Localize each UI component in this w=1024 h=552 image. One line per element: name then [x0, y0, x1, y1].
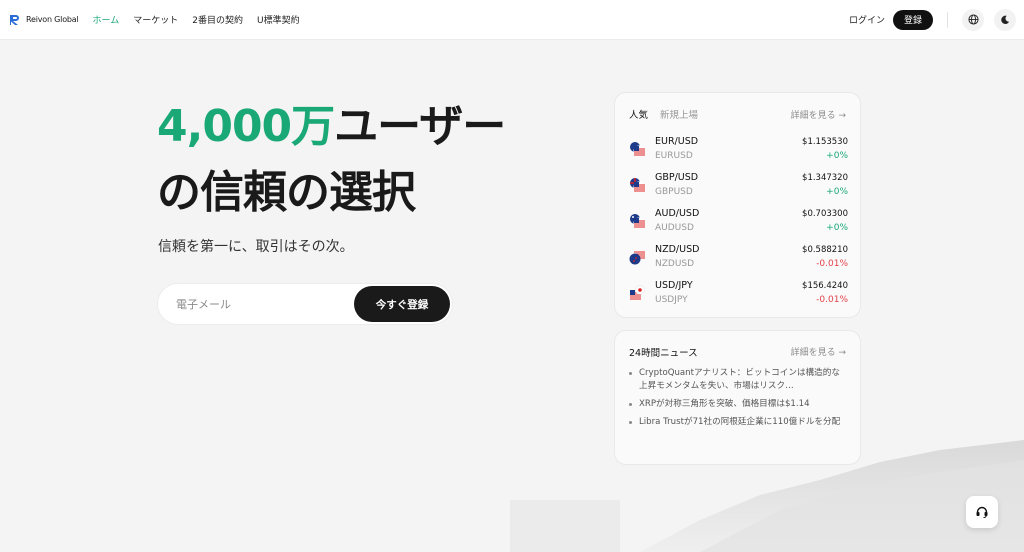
- hero-subtitle: 信頼を第一に、取引はその次。: [158, 239, 354, 255]
- logo-icon: [10, 14, 19, 25]
- tab-new-listing[interactable]: 新規上場: [660, 107, 698, 121]
- market-detail-link[interactable]: 詳細を見る →: [791, 108, 846, 121]
- pair-name: AUD/USD: [655, 208, 700, 219]
- pair-change: +0%: [826, 151, 848, 161]
- pair-price: $0.588210: [802, 245, 848, 255]
- logo[interactable]: Reivon Global: [8, 13, 79, 27]
- pair-name: NZD/USD: [655, 244, 700, 255]
- background-decoration: [510, 440, 1024, 552]
- moon-icon: [1001, 15, 1010, 24]
- news-item[interactable]: CryptoQuantアナリスト：ビットコインは構造的な上昇モメンタムを失い、市…: [629, 367, 847, 393]
- hero-title-accent: 4,000万: [157, 101, 335, 152]
- news-detail-link[interactable]: 詳細を見る →: [791, 345, 846, 358]
- language-button[interactable]: [962, 8, 984, 31]
- eu-us-flag-icon: [630, 142, 645, 157]
- pair-price: $1.153530: [802, 137, 848, 147]
- market-list: EUR/USD EURUSD $1.153530 +0% GBP/USD GBP…: [629, 133, 848, 313]
- pair-symbol: NZDUSD: [655, 259, 695, 269]
- pair-change: -0.01%: [816, 259, 848, 269]
- us-jp-flag-icon: [629, 285, 645, 301]
- pair-change: +0%: [826, 223, 848, 233]
- support-chat-button[interactable]: [966, 496, 998, 528]
- news-title: 24時間ニュース: [629, 348, 698, 359]
- hero-title-rest: ユーザー: [334, 101, 506, 152]
- news-list: CryptoQuantアナリスト：ビットコインは構造的な上昇モメンタムを失い、市…: [629, 367, 847, 434]
- globe-icon: [967, 14, 979, 25]
- pair-symbol: GBPUSD: [655, 187, 693, 197]
- tab-popular[interactable]: 人気: [629, 107, 648, 121]
- nav-item-home[interactable]: ホーム: [93, 13, 120, 26]
- pair-symbol: USDJPY: [655, 295, 688, 305]
- market-row[interactable]: GBP/USD GBPUSD $1.347320 +0%: [629, 169, 848, 205]
- market-tabs: 人気 新規上場: [629, 107, 698, 121]
- hero-title-line2: の信頼の選択: [157, 167, 416, 218]
- email-input[interactable]: [176, 284, 346, 324]
- logo-text: Reivon Global: [26, 15, 79, 24]
- pair-name: USD/JPY: [655, 280, 693, 291]
- nav-item-usdt-contract[interactable]: U標準契約: [257, 13, 300, 26]
- pair-price: $1.347320: [802, 173, 848, 183]
- news-card: 24時間ニュース 詳細を見る → CryptoQuantアナリスト：ビットコイン…: [614, 330, 861, 465]
- market-card: 人気 新規上場 詳細を見る → EUR/USD EURUSD $1.153530…: [614, 92, 861, 318]
- hero-title: 4,000万ユーザー: [157, 100, 506, 154]
- headset-icon: [976, 506, 988, 518]
- news-item[interactable]: XRPが対称三角形を突破、価格目標は$1.14: [629, 398, 847, 411]
- login-link[interactable]: ログイン: [849, 13, 885, 26]
- pair-price: $156.4240: [802, 281, 848, 291]
- theme-toggle[interactable]: [994, 8, 1016, 31]
- top-header: Reivon Global ホーム マーケット 2番目の契約 U標準契約 ログイ…: [0, 0, 1024, 40]
- pair-name: EUR/USD: [655, 136, 699, 147]
- pair-change: +0%: [826, 187, 848, 197]
- market-row[interactable]: USD/JPY USDJPY $156.4240 -0.01%: [629, 277, 848, 313]
- pair-name: GBP/USD: [655, 172, 699, 183]
- market-row[interactable]: NZD/USD NZDUSD $0.588210 -0.01%: [629, 241, 848, 277]
- email-signup-form: 今すぐ登録: [157, 283, 453, 325]
- header-actions: ログイン 登録: [849, 8, 1016, 31]
- news-item[interactable]: Libra Trustが71社の阿根廷企業に110億ドルを分配: [629, 416, 847, 429]
- signup-button[interactable]: 登録: [892, 9, 933, 30]
- nz-us-flag-icon: [629, 250, 645, 265]
- market-row[interactable]: AUD/USD AUDUSD $0.703300 +0%: [629, 205, 848, 241]
- pair-price: $0.703300: [802, 209, 848, 219]
- register-now-button[interactable]: 今すぐ登録: [354, 286, 450, 322]
- gb-us-flag-icon: [630, 178, 645, 193]
- nav-item-second-contract[interactable]: 2番目の契約: [192, 13, 243, 26]
- header-divider: [947, 11, 948, 28]
- nav-item-market[interactable]: マーケット: [133, 13, 178, 26]
- market-row[interactable]: EUR/USD EURUSD $1.153530 +0%: [629, 133, 848, 169]
- pair-symbol: EURUSD: [655, 151, 693, 161]
- main-nav: ホーム マーケット 2番目の契約 U標準契約: [93, 13, 300, 26]
- au-us-flag-icon: [630, 214, 645, 229]
- pair-symbol: AUDUSD: [655, 223, 694, 233]
- pair-change: -0.01%: [816, 295, 848, 305]
